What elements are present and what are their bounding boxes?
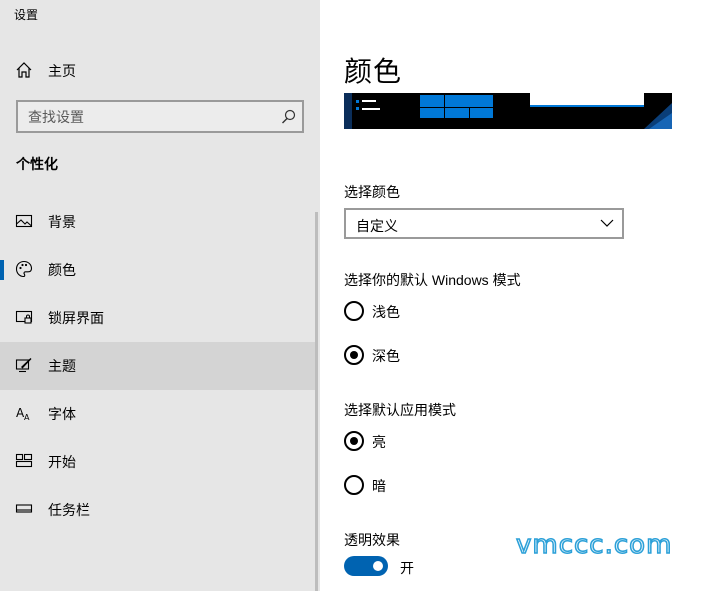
home-icon (16, 62, 32, 78)
sidebar-item-label: 任务栏 (48, 502, 90, 518)
watermark: vmccc.com (515, 529, 673, 561)
svg-text:A: A (24, 413, 30, 422)
transparency-toggle[interactable] (344, 556, 388, 576)
toggle-state-label: 开 (400, 560, 414, 576)
sidebar-scrollbar[interactable] (315, 212, 318, 591)
radio-label: 暗 (372, 478, 386, 494)
theme-preview-image (344, 93, 672, 129)
sidebar: 设置 主页 个性化 背景 颜色 (0, 0, 320, 591)
theme-preview (344, 93, 672, 129)
radio-label: 亮 (372, 434, 386, 450)
sidebar-item-label: 主题 (48, 358, 76, 374)
radio-label: 深色 (372, 348, 400, 364)
transparency-label: 透明效果 (344, 532, 400, 548)
sidebar-item-label: 主页 (48, 63, 76, 79)
radio-dot (350, 437, 358, 445)
palette-icon (15, 260, 33, 278)
main-pane: 颜色 选择颜色 自定义 选择你的默认 Windows 模式 浅色 深色 选择默认… (320, 0, 726, 591)
sidebar-item-start[interactable]: 开始 (0, 438, 316, 486)
choose-color-label: 选择颜色 (344, 184, 400, 200)
theme-brush-icon (15, 358, 32, 373)
page-title: 颜色 (344, 56, 403, 87)
sidebar-item-fonts[interactable]: A A 字体 (0, 390, 316, 438)
start-icon (15, 453, 33, 468)
sidebar-item-label: 锁屏界面 (48, 310, 104, 326)
font-icon: A A (16, 406, 30, 422)
toggle-knob (373, 561, 383, 571)
chevron-down-icon (600, 219, 614, 227)
sidebar-item-background[interactable]: 背景 (0, 198, 316, 246)
radio-dot (350, 351, 358, 359)
radio-circle[interactable] (344, 431, 364, 451)
watermark-text: vmccc.com (515, 529, 673, 561)
windows-mode-label: 选择你的默认 Windows 模式 (344, 272, 521, 288)
sidebar-item-label: 背景 (48, 214, 76, 230)
radio-windows-light[interactable]: 浅色 (344, 299, 544, 323)
selection-indicator (0, 260, 4, 280)
radio-app-light[interactable]: 亮 (344, 429, 544, 453)
sidebar-item-label: 颜色 (48, 262, 76, 278)
radio-circle[interactable] (344, 345, 364, 365)
search-icon[interactable] (281, 109, 296, 124)
radio-app-dark[interactable]: 暗 (344, 473, 544, 497)
sidebar-item-home[interactable]: 主页 (0, 52, 320, 88)
sidebar-item-taskbar[interactable]: 任务栏 (0, 486, 316, 534)
app-mode-label: 选择默认应用模式 (344, 402, 456, 418)
radio-windows-dark[interactable]: 深色 (344, 343, 544, 367)
sidebar-item-colors[interactable]: 颜色 (0, 246, 316, 294)
sidebar-item-label: 开始 (48, 454, 76, 470)
radio-circle[interactable] (344, 475, 364, 495)
app-title: 设置 (14, 8, 39, 22)
choose-color-dropdown[interactable]: 自定义 (344, 208, 624, 239)
search-box[interactable] (16, 100, 304, 133)
radio-label: 浅色 (372, 304, 400, 320)
section-title: 个性化 (16, 156, 58, 172)
picture-icon (15, 214, 33, 228)
sidebar-item-lock-screen[interactable]: 锁屏界面 (0, 294, 316, 342)
taskbar-icon (15, 504, 33, 513)
sidebar-item-themes[interactable]: 主题 (0, 342, 316, 390)
radio-circle[interactable] (344, 301, 364, 321)
sidebar-item-label: 字体 (48, 406, 76, 422)
dropdown-value: 自定义 (356, 218, 398, 234)
lock-screen-icon (15, 310, 33, 324)
search-input[interactable] (18, 102, 302, 131)
